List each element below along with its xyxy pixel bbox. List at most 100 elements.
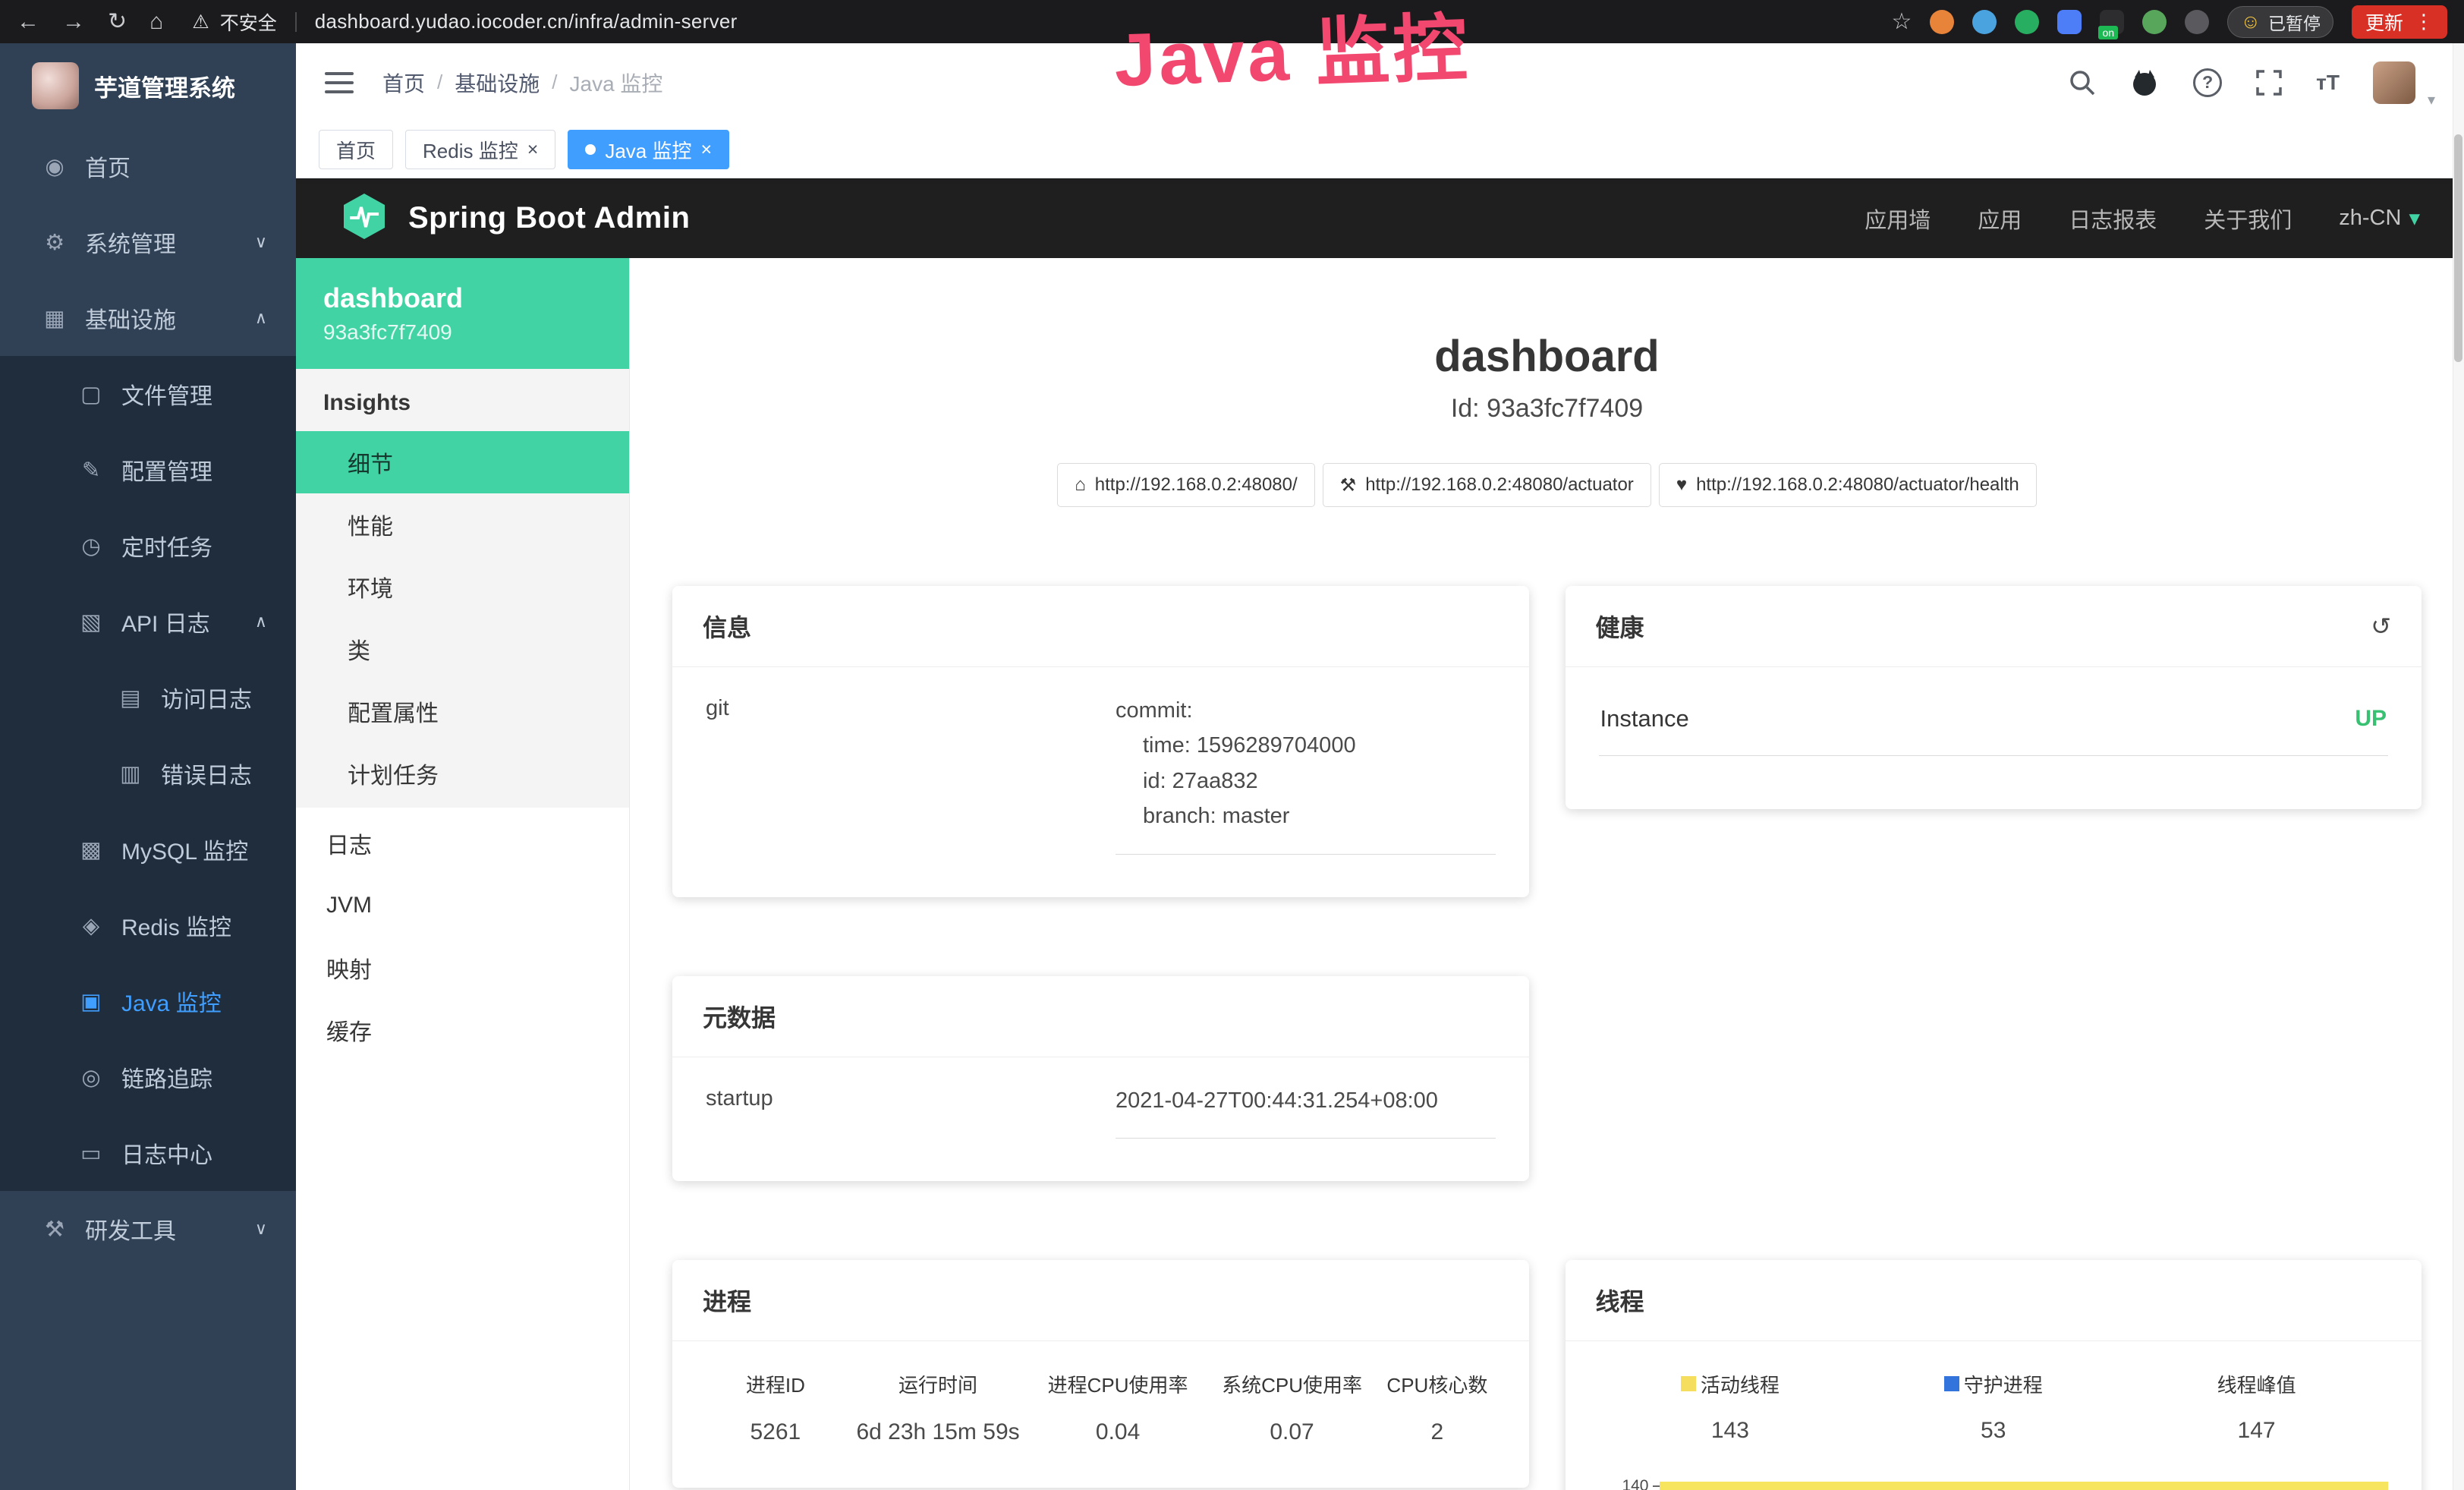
app-logo-header: 芋道管理系统: [0, 43, 296, 128]
sba-nav-applications[interactable]: 应用: [1978, 203, 2022, 235]
github-icon[interactable]: [2129, 68, 2160, 97]
address-bar[interactable]: ⚠ 不安全 dashboard.yudao.iocoder.cn/infra/a…: [192, 8, 737, 36]
threads-chart: 140 120 100: [1599, 1476, 2389, 1490]
sba-nav-journal[interactable]: 日志报表: [2069, 203, 2157, 235]
tab-java-monitor[interactable]: Java 监控 ×: [568, 130, 729, 169]
extension-icon-5[interactable]: on: [2100, 10, 2124, 34]
smiley-icon: ☺: [2240, 10, 2261, 33]
sba-menu-item-scheduled-tasks[interactable]: 计划任务: [296, 742, 629, 805]
browser-update-button[interactable]: 更新 ⋮: [2352, 5, 2447, 39]
instance-id-subtitle: Id: 93a3fc7f7409: [672, 394, 2422, 424]
forward-icon[interactable]: →: [62, 11, 85, 33]
health-row: Instance UP: [1599, 693, 2389, 756]
sba-menu-item-classes[interactable]: 类: [296, 618, 629, 680]
health-url-label: http://192.168.0.2:48080/actuator/health: [1696, 474, 2019, 496]
sidebar-item-infrastructure[interactable]: ▦ 基础设施 ∧: [0, 280, 296, 356]
extension-icon-2[interactable]: [1972, 10, 1997, 34]
sidebar-item-system-mgmt[interactable]: ⚙ 系统管理 ∨: [0, 204, 296, 280]
sidebar-item-log-center[interactable]: ▭ 日志中心: [0, 1115, 296, 1191]
sidebar-item-trace[interactable]: ◎ 链路追踪: [0, 1039, 296, 1115]
security-warning-icon[interactable]: ⚠: [192, 11, 209, 33]
sidebar-item-home[interactable]: ◉ 首页: [0, 128, 296, 204]
sidebar-collapse-icon[interactable]: [325, 72, 354, 93]
sidebar-item-error-logs[interactable]: ▥ 错误日志: [0, 736, 296, 811]
sidebar-item-label: 研发工具: [85, 1212, 176, 1246]
paused-badge[interactable]: ☺ 已暂停: [2227, 6, 2333, 38]
sidebar-item-api-logs[interactable]: ▧ API 日志 ∧: [0, 584, 296, 660]
wrench-icon: ⚒: [1340, 474, 1357, 496]
sba-language-select[interactable]: zh-CN ▾: [2339, 205, 2420, 232]
search-icon[interactable]: [2069, 69, 2096, 96]
home-icon[interactable]: ⌂: [149, 11, 163, 33]
close-icon[interactable]: ×: [700, 140, 712, 159]
help-icon[interactable]: ?: [2193, 68, 2222, 97]
sba-menu-item-mappings[interactable]: 映射: [296, 937, 629, 999]
close-icon[interactable]: ×: [527, 140, 539, 159]
breadcrumb-item[interactable]: 首页: [382, 68, 425, 98]
sba-nav-about[interactable]: 关于我们: [2204, 203, 2292, 235]
sba-instance-sidebar: dashboard 93a3fc7f7409 Insights 细节 性能 环境…: [296, 258, 630, 1490]
page-scrollbar[interactable]: [2453, 43, 2464, 1490]
instance-url-button[interactable]: ⌂ http://192.168.0.2:48080/: [1057, 463, 1314, 507]
sba-nav-wallboard[interactable]: 应用墙: [1865, 203, 1931, 235]
sba-menu-item-logs[interactable]: 日志: [296, 812, 629, 874]
sba-menu-item-performance[interactable]: 性能: [296, 493, 629, 556]
sba-menu-item-caches[interactable]: 缓存: [296, 999, 629, 1061]
info-card-header: 信息: [672, 586, 1529, 667]
sidebar-item-java-monitor[interactable]: ▣ Java 监控: [0, 963, 296, 1039]
sidebar-item-file-mgmt[interactable]: ▢ 文件管理: [0, 356, 296, 432]
tab-redis-monitor[interactable]: Redis 监控 ×: [405, 130, 555, 169]
bookmark-star-icon[interactable]: ☆: [1892, 8, 1912, 35]
infrastructure-icon: ▦: [39, 305, 70, 332]
card-title: 线程: [1596, 1283, 1644, 1318]
instance-links: ⌂ http://192.168.0.2:48080/ ⚒ http://192…: [672, 463, 2422, 507]
browser-menu-dots-icon[interactable]: ⋮: [2414, 10, 2434, 33]
url-text[interactable]: dashboard.yudao.iocoder.cn/infra/admin-s…: [315, 10, 738, 33]
sba-body: dashboard 93a3fc7f7409 Insights 细节 性能 环境…: [296, 258, 2464, 1490]
sidebar-item-config-mgmt[interactable]: ✎ 配置管理: [0, 432, 296, 508]
extension-icon-3[interactable]: [2015, 10, 2039, 34]
sba-menu-item-jvm[interactable]: JVM: [296, 874, 629, 937]
threads-chart-y-axis: 140 120 100: [1599, 1476, 1660, 1490]
sba-menu-item-config-props[interactable]: 配置属性: [296, 680, 629, 742]
back-icon[interactable]: ←: [17, 11, 39, 33]
extension-icon-4[interactable]: [2057, 10, 2082, 34]
api-log-icon: ▧: [76, 609, 106, 635]
actuator-url-button[interactable]: ⚒ http://192.168.0.2:48080/actuator: [1323, 463, 1651, 507]
sba-instance-header[interactable]: dashboard 93a3fc7f7409: [296, 258, 629, 369]
breadcrumb-item[interactable]: 基础设施: [455, 68, 540, 98]
card-title: 健康: [1596, 609, 1644, 644]
sba-menu-secondary: 日志 JVM 映射 缓存: [296, 808, 629, 1061]
sba-menu-item-environment[interactable]: 环境: [296, 556, 629, 618]
update-label: 更新: [2365, 8, 2403, 36]
sidebar-item-mysql-monitor[interactable]: ▩ MySQL 监控: [0, 811, 296, 887]
caret-down-icon[interactable]: ▾: [2428, 90, 2435, 109]
metadata-card-header: 元数据: [672, 976, 1529, 1057]
sba-header: Spring Boot Admin 应用墙 应用 日志报表 关于我们 zh-CN…: [296, 178, 2464, 258]
process-col-header: 进程ID: [712, 1370, 839, 1398]
font-size-icon[interactable]: тT: [2316, 71, 2340, 95]
threads-legend: 活动线程 143 守护进程 53: [1599, 1367, 2389, 1444]
process-table: 进程ID 5261 运行时间 6d 23h 15m 59s 进程CPU使用率 0…: [706, 1367, 1496, 1445]
user-avatar[interactable]: [2373, 61, 2415, 104]
history-icon[interactable]: ↺: [2371, 612, 2391, 641]
sidebar-item-redis-monitor[interactable]: ◈ Redis 监控: [0, 887, 296, 963]
sidebar-item-access-logs[interactable]: ▤ 访问日志: [0, 660, 296, 736]
tab-home[interactable]: 首页: [319, 130, 393, 169]
header-actions: ? тT ▾: [2069, 55, 2435, 109]
extension-icon-1[interactable]: [1930, 10, 1954, 34]
tab-label: Redis 监控: [423, 136, 518, 164]
infrastructure-submenu: ▢ 文件管理 ✎ 配置管理 ◷ 定时任务 ▧ API 日志 ∧ ▤: [0, 356, 296, 1191]
health-url-button[interactable]: ♥ http://192.168.0.2:48080/actuator/heal…: [1659, 463, 2037, 507]
scrollbar-thumb[interactable]: [2454, 134, 2462, 362]
browser-extensions-area: ☆ on ☺ 已暂停 更新 ⋮: [1892, 5, 2447, 39]
sidebar-item-dev-tools[interactable]: ⚒ 研发工具 ∨: [0, 1191, 296, 1267]
extension-icon-6[interactable]: [2142, 10, 2167, 34]
fullscreen-icon[interactable]: [2255, 69, 2283, 96]
threads-card: 线程 活动线程 143: [1566, 1260, 2422, 1490]
sba-menu-item-details[interactable]: 细节: [296, 431, 629, 493]
reload-icon[interactable]: ↻: [108, 11, 127, 33]
extension-icon-7[interactable]: [2185, 10, 2209, 34]
sidebar-item-cron-jobs[interactable]: ◷ 定时任务: [0, 508, 296, 584]
legend-label: 守护进程: [1964, 1370, 2043, 1398]
